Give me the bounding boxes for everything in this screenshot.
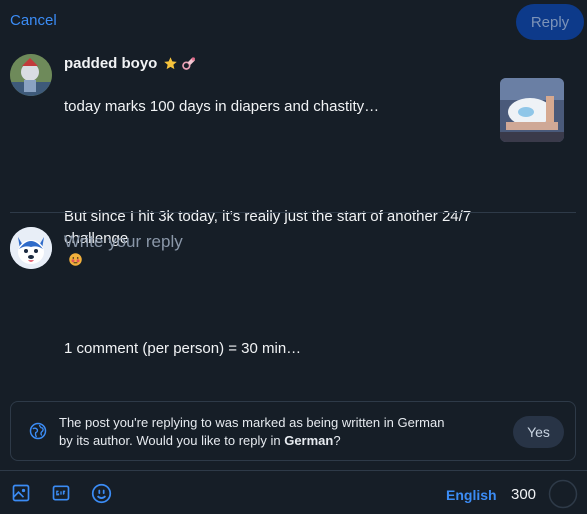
character-count: 300 — [511, 486, 537, 503]
translate-icon — [29, 422, 47, 440]
post-text-line-1: today marks 100 days in diapers and chas… — [64, 98, 380, 115]
compose-toolbar: English 300 — [0, 471, 587, 514]
post-text-line-3: 1 comment (per person) = 30 min… — [64, 340, 302, 357]
post-divider — [10, 212, 576, 213]
reply-input[interactable] — [64, 229, 564, 255]
reply-button[interactable]: Reply — [516, 4, 584, 40]
suggested-language: German — [284, 433, 334, 448]
author-row: padded boyo — [64, 52, 484, 74]
pacifier-icon — [182, 57, 196, 70]
emoji-icon[interactable] — [91, 483, 112, 504]
quoted-post: padded boyo today marks 100 days in diap… — [10, 52, 576, 357]
post-content: padded boyo today marks 100 days in diap… — [64, 52, 484, 382]
star-icon — [164, 56, 178, 69]
yes-button[interactable]: Yes — [513, 416, 564, 448]
compose-header: Cancel Reply — [0, 0, 587, 44]
character-progress-ring — [548, 479, 578, 509]
user-avatar — [10, 227, 52, 269]
author-name: padded boyo — [64, 54, 158, 72]
language-notice-text: The post you're replying to was marked a… — [59, 415, 445, 448]
post-image-thumbnail[interactable] — [500, 78, 564, 142]
language-suggestion: The post you're replying to was marked a… — [10, 401, 576, 461]
language-selector[interactable]: English — [446, 487, 497, 503]
reply-composer — [10, 227, 576, 277]
author-badges — [163, 55, 197, 71]
cancel-button[interactable]: Cancel — [10, 12, 57, 29]
author-avatar — [10, 54, 52, 96]
gif-icon[interactable] — [51, 483, 71, 503]
image-icon[interactable] — [11, 483, 31, 503]
